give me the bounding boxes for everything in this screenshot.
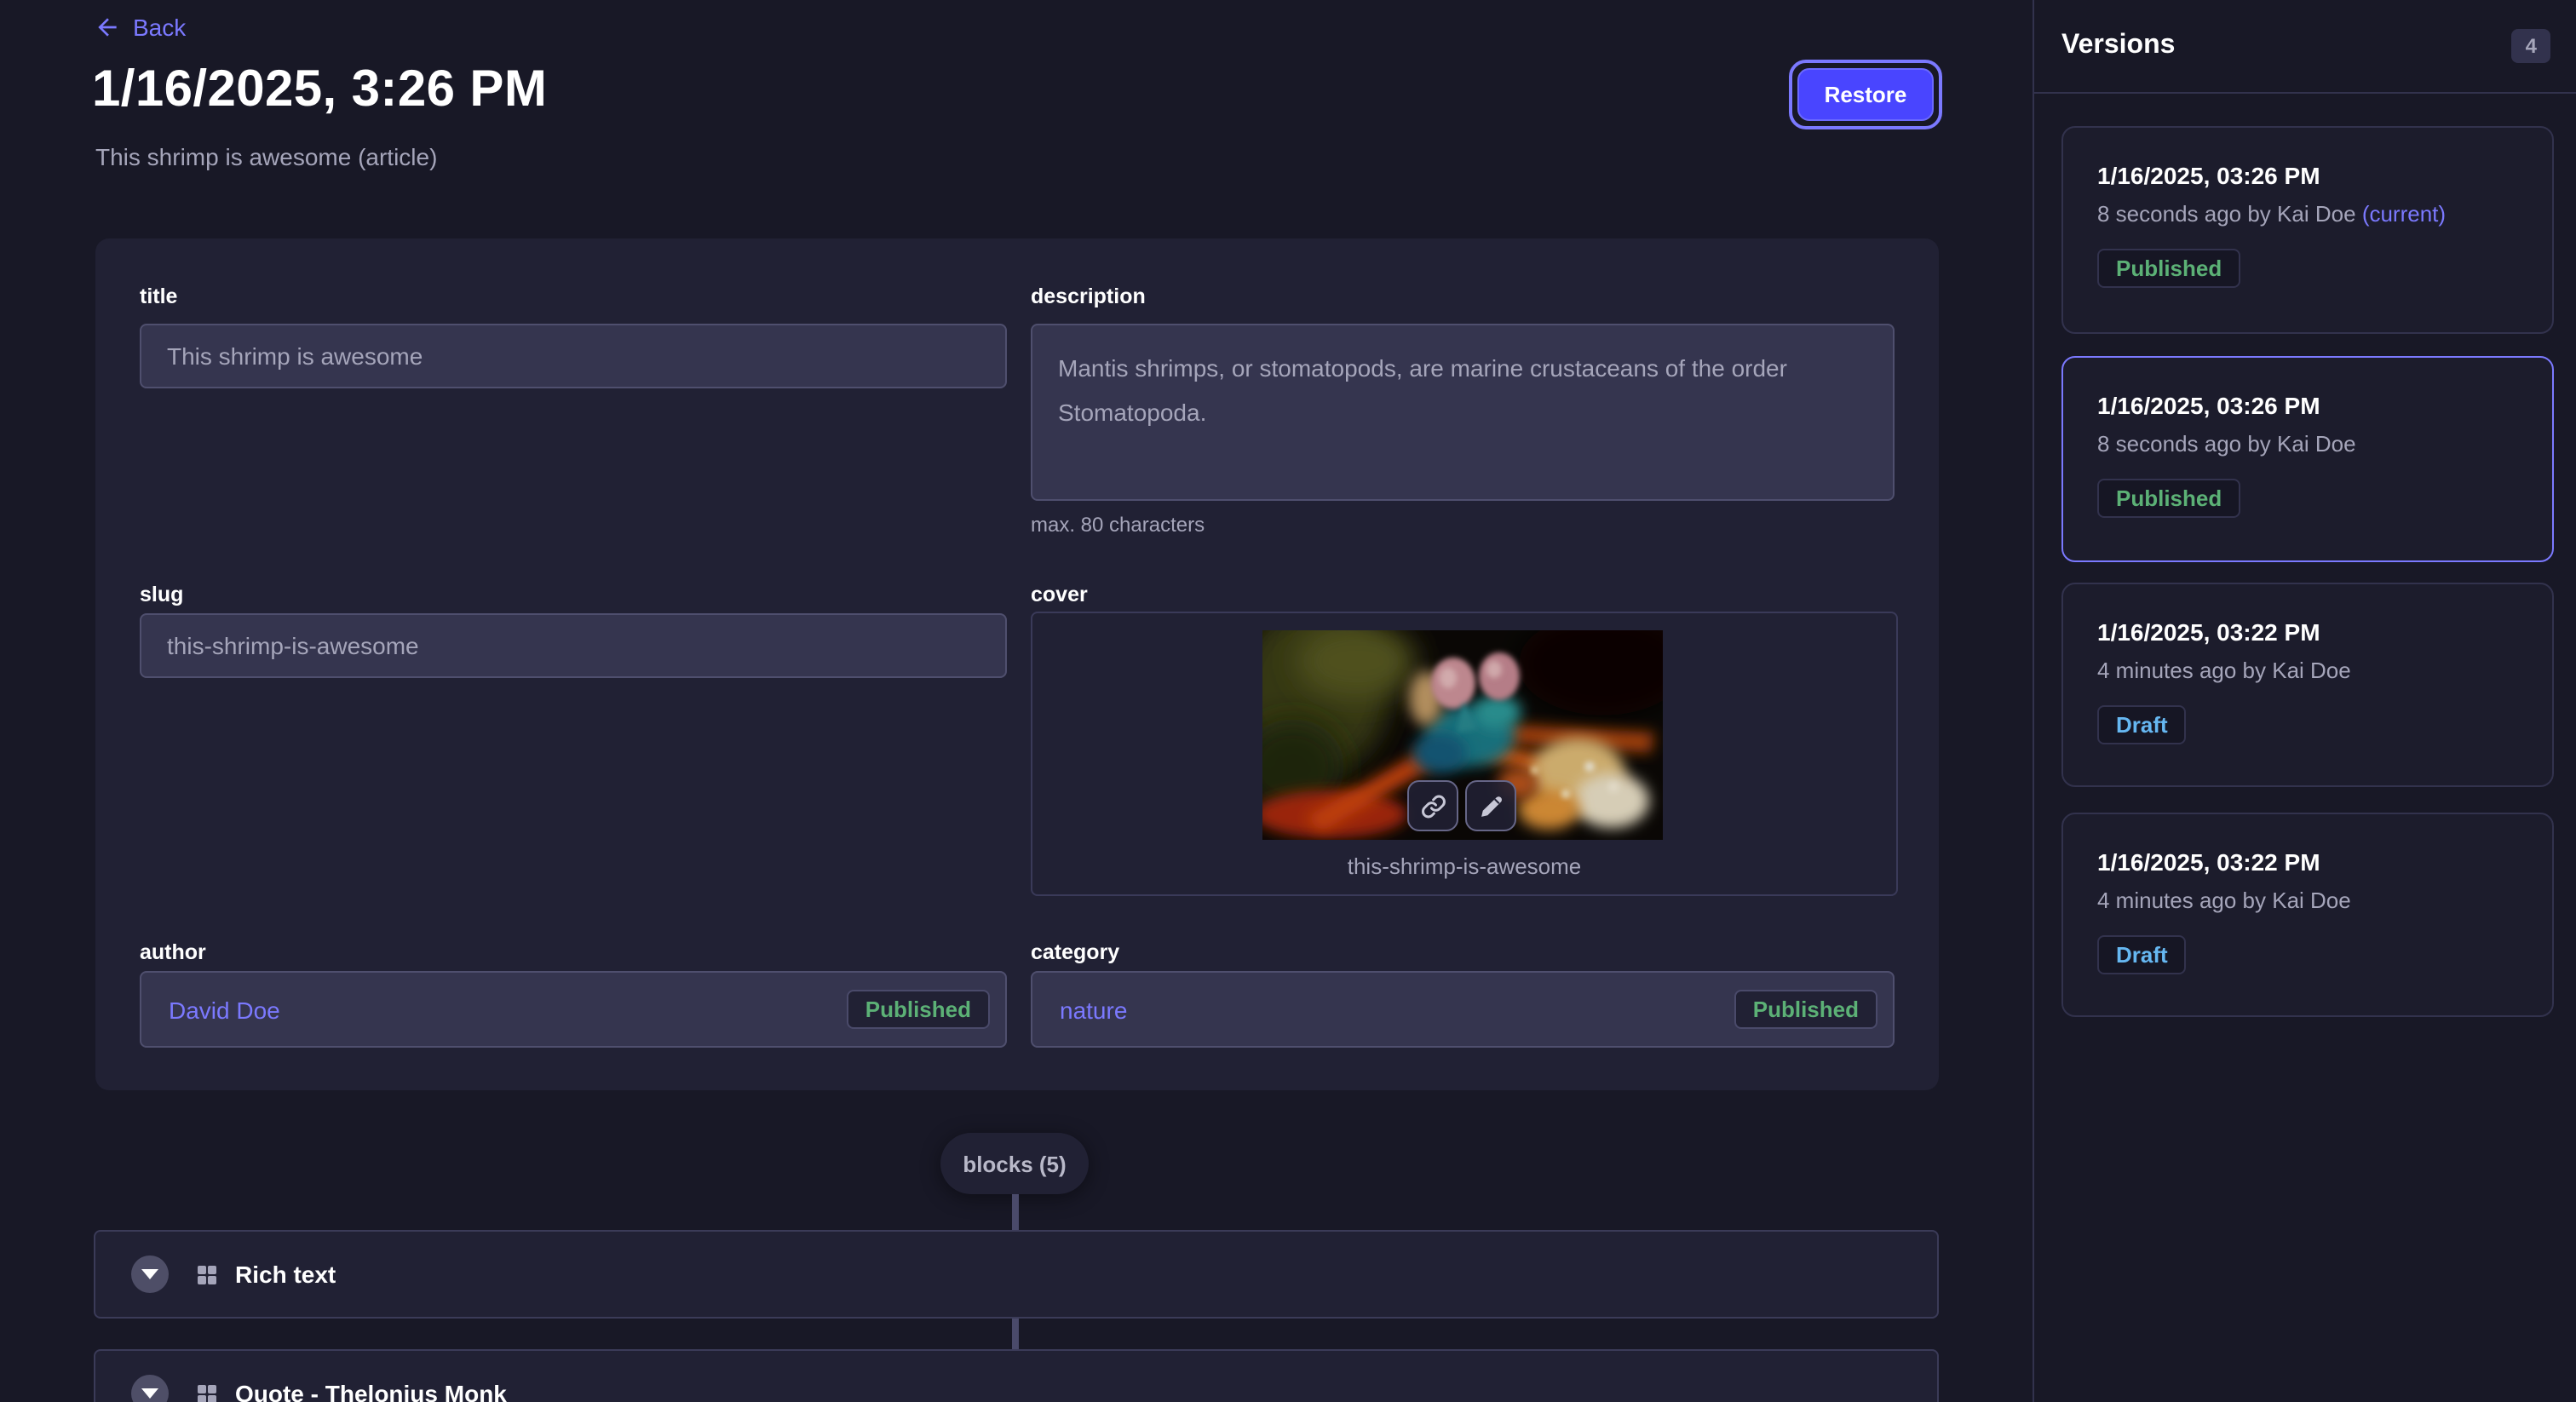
description-hint: max. 80 characters [1031,513,1205,537]
history-page: Back 1/16/2025, 3:26 PM This shrimp is a… [0,0,2576,1402]
back-link[interactable]: Back [94,14,186,41]
back-arrow-icon [94,14,121,41]
version-meta: 4 minutes ago by Kai Doe [2097,658,2351,683]
block-grid-icon [198,1265,216,1284]
version-card-selected[interactable]: 1/16/2025, 03:26 PM 8 seconds ago by Kai… [2061,356,2554,562]
versions-sidebar: Versions 4 1/16/2025, 03:26 PM 8 seconds… [2033,0,2576,1402]
current-tag: (current) [2362,201,2446,227]
chevron-down-icon [141,1269,158,1279]
versions-title: Versions [2061,31,2175,61]
cover-label: cover [1031,583,1088,606]
block-expand-toggle[interactable] [131,1375,169,1402]
category-relation-link[interactable]: nature [1060,996,1127,1023]
block-label: Quote - Thelonius Monk [235,1380,507,1402]
cover-caption: this-shrimp-is-awesome [1032,853,1896,879]
title-input [140,324,1007,388]
category-relation-field: nature Published [1031,971,1895,1048]
version-date: 1/16/2025, 03:26 PM [2097,392,2320,419]
version-card[interactable]: 1/16/2025, 03:22 PM 4 minutes ago by Kai… [2061,813,2554,1017]
pencil-icon [1478,793,1504,819]
version-date: 1/16/2025, 03:26 PM [2097,162,2320,189]
versions-count-badge: 4 [2512,29,2550,63]
page-subtitle: This shrimp is awesome (article) [95,143,437,170]
cover-actions [1407,780,1516,831]
version-status-badge: Published [2097,249,2240,288]
block-label: Rich text [235,1261,336,1288]
block-grid-icon [198,1384,216,1402]
author-relation-link[interactable]: David Doe [169,996,280,1023]
author-relation-field: David Doe Published [140,971,1007,1048]
author-label: author [140,940,206,964]
page-title: 1/16/2025, 3:26 PM [92,61,547,119]
back-label: Back [133,14,186,41]
link-icon [1420,793,1446,819]
category-label: category [1031,940,1119,964]
block-row-quote[interactable]: Quote - Thelonius Monk [94,1349,1939,1402]
slug-label: slug [140,583,183,606]
cover-edit-button[interactable] [1465,780,1516,831]
versions-header: Versions 4 [2034,0,2576,94]
version-meta: 8 seconds ago by Kai Doe [2097,431,2356,457]
version-status-badge: Draft [2097,705,2187,744]
version-meta: 8 seconds ago by Kai Doe (current) [2097,201,2446,227]
restore-button-focus-ring: Restore [1789,60,1942,129]
version-status-badge: Published [2097,479,2240,518]
cover-field: this-shrimp-is-awesome [1031,612,1898,896]
author-status-badge: Published [847,990,990,1029]
blocks-count-pill: blocks (5) [940,1133,1089,1194]
slug-input [140,613,1007,678]
version-status-badge: Draft [2097,935,2187,974]
chevron-down-icon [141,1388,158,1399]
description-textarea: Mantis shrimps, or stomatopods, are mari… [1031,324,1895,501]
version-date: 1/16/2025, 03:22 PM [2097,618,2320,646]
restore-button[interactable]: Restore [1797,68,1934,121]
block-row-rich-text[interactable]: Rich text [94,1230,1939,1319]
version-date: 1/16/2025, 03:22 PM [2097,848,2320,876]
block-expand-toggle[interactable] [131,1255,169,1293]
version-card[interactable]: 1/16/2025, 03:26 PM 8 seconds ago by Kai… [2061,126,2554,334]
category-status-badge: Published [1734,990,1877,1029]
cover-link-button[interactable] [1407,780,1458,831]
blocks-connector-line [1012,1319,1019,1349]
version-meta: 4 minutes ago by Kai Doe [2097,888,2351,913]
version-fields-panel: title description Mantis shrimps, or sto… [95,238,1939,1090]
version-card[interactable]: 1/16/2025, 03:22 PM 4 minutes ago by Kai… [2061,583,2554,787]
blocks-connector-line [1012,1194,1019,1230]
description-label: description [1031,284,1146,308]
title-label: title [140,284,177,308]
